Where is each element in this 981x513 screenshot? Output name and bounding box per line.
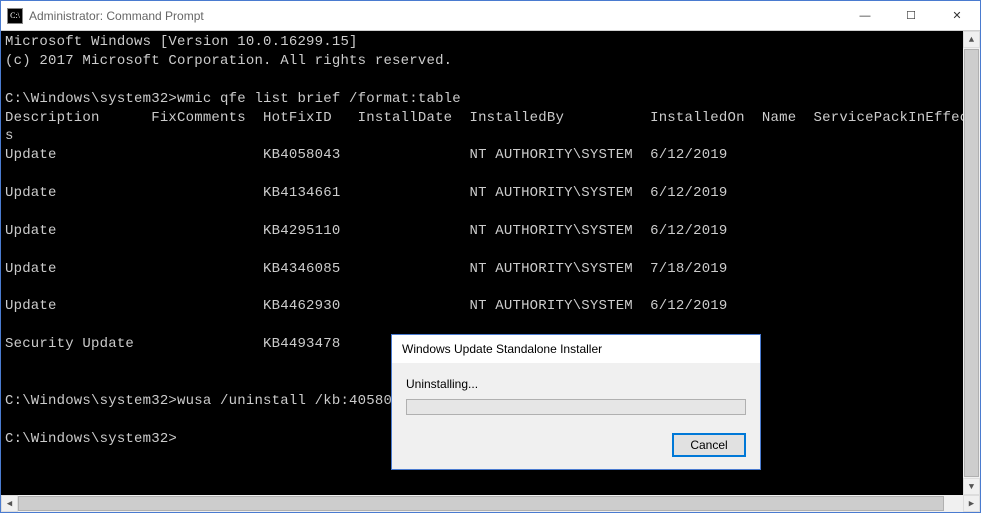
progress-bar: [406, 399, 746, 415]
close-button[interactable]: ✕: [934, 1, 980, 30]
cancel-button[interactable]: Cancel: [672, 433, 746, 457]
dialog-status-text: Uninstalling...: [406, 377, 746, 391]
scroll-right-icon[interactable]: ▶: [963, 495, 980, 512]
cmd-icon: C:\: [7, 8, 23, 24]
wusa-dialog: Windows Update Standalone Installer Unin…: [391, 334, 761, 470]
horizontal-scrollbar[interactable]: ◀ ▶: [1, 495, 980, 512]
window-title: Administrator: Command Prompt: [29, 9, 842, 23]
dialog-button-row: Cancel: [406, 415, 746, 457]
minimize-button[interactable]: —: [842, 1, 888, 30]
dialog-body: Uninstalling... Cancel: [392, 363, 760, 469]
scroll-left-icon[interactable]: ◀: [1, 495, 18, 512]
dialog-title[interactable]: Windows Update Standalone Installer: [392, 335, 760, 363]
vertical-scrollbar[interactable]: ▲ ▼: [963, 31, 980, 495]
horizontal-scroll-track[interactable]: [18, 495, 963, 512]
scroll-up-icon[interactable]: ▲: [963, 31, 980, 48]
window-controls: — ☐ ✕: [842, 1, 980, 30]
scroll-down-icon[interactable]: ▼: [963, 478, 980, 495]
maximize-button[interactable]: ☐: [888, 1, 934, 30]
titlebar[interactable]: C:\ Administrator: Command Prompt — ☐ ✕: [1, 1, 980, 31]
vertical-scroll-thumb[interactable]: [964, 49, 979, 477]
horizontal-scroll-thumb[interactable]: [18, 496, 944, 511]
